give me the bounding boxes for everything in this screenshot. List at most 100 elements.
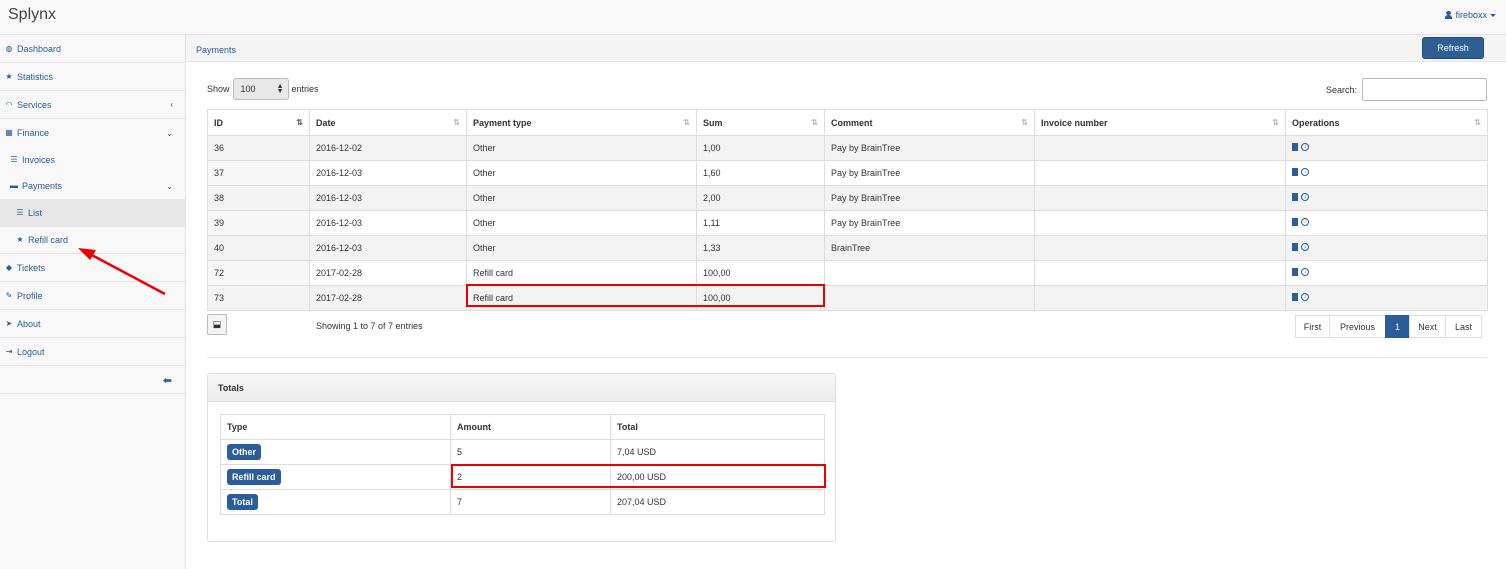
totals-total: 207,04 USD: [610, 489, 825, 515]
column-header-comment[interactable]: Comment ⇅: [824, 109, 1035, 136]
totals-panel: Totals Type Amount Total Other 5 7,04 US…: [207, 373, 836, 542]
cell-payment-type: Other: [466, 160, 697, 186]
page-last-button[interactable]: Last: [1445, 315, 1482, 338]
table-row: 37 2016-12-03 Other 1,60 Pay by BrainTre…: [207, 160, 1488, 186]
download-icon[interactable]: ↓: [1301, 293, 1309, 301]
star-icon: ★: [16, 234, 24, 244]
table-row: 73 2017-02-28 Refill card 100,00 ↓: [207, 285, 1488, 311]
download-icon[interactable]: ↓: [1301, 193, 1309, 201]
sidebar-item-about[interactable]: ➤ About: [0, 310, 185, 338]
cell-comment: Pay by BrainTree: [824, 185, 1035, 211]
sidebar-item-dashboard[interactable]: ◍ Dashboard: [0, 35, 185, 63]
cell-comment: Pay by BrainTree: [824, 160, 1035, 186]
sidebar-collapse-button[interactable]: ⬅: [0, 366, 185, 394]
cell-invoice: [1034, 160, 1286, 186]
download-icon[interactable]: ↓: [1301, 168, 1309, 176]
dashboard-icon: ◍: [5, 43, 13, 53]
chevron-down-icon: ⌄: [166, 181, 173, 191]
cell-operations: ↓: [1285, 260, 1488, 286]
cell-operations: ↓: [1285, 235, 1488, 261]
user-name: fireboxx: [1455, 10, 1487, 20]
column-header-id[interactable]: ID ⇅: [207, 109, 310, 136]
user-icon: [1445, 11, 1453, 19]
cell-invoice: [1034, 260, 1286, 286]
entries-select[interactable]: 100 ▲ ▼: [232, 78, 289, 100]
cell-operations: ↓: [1285, 285, 1488, 311]
cell-operations: ↓: [1285, 210, 1488, 236]
sidebar-item-list[interactable]: ☰ List: [0, 199, 185, 227]
top-navbar: Splynx fireboxx: [0, 0, 1506, 35]
totals-amount: 7: [450, 489, 611, 515]
document-icon[interactable]: [1292, 218, 1298, 226]
cell-invoice: [1034, 235, 1286, 261]
download-icon[interactable]: ↓: [1301, 243, 1309, 251]
totals-column-total: Total: [610, 414, 825, 440]
document-icon[interactable]: [1292, 243, 1298, 251]
column-header-sum[interactable]: Sum ⇅: [696, 109, 825, 136]
cell-date: 2017-02-28: [309, 285, 467, 311]
highlight-box-payment-row: [466, 284, 825, 307]
annotation-arrow-line: [87, 251, 166, 296]
cell-payment-type: Other: [466, 185, 697, 211]
page-first-button[interactable]: First: [1295, 315, 1330, 338]
cell-sum: 1,00: [696, 135, 825, 161]
totals-header-row: Type Amount Total: [220, 414, 825, 440]
sidebar-item-services[interactable]: ◠ Services ‹: [0, 91, 185, 119]
totals-total: 7,04 USD: [610, 439, 825, 465]
user-menu[interactable]: fireboxx: [1445, 10, 1496, 20]
app-logo[interactable]: Splynx: [8, 6, 56, 24]
list-icon: ☰: [10, 155, 18, 164]
document-icon[interactable]: [1292, 168, 1298, 176]
download-icon[interactable]: ↓: [1301, 268, 1309, 276]
search-input[interactable]: [1362, 78, 1488, 101]
export-icon: ⬓: [212, 319, 222, 329]
cell-date: 2016-12-03: [309, 185, 467, 211]
table-row: 39 2016-12-03 Other 1,11 Pay by BrainTre…: [207, 210, 1488, 236]
sidebar-item-label: Dashboard: [17, 43, 62, 54]
divider: [207, 357, 1487, 358]
tag-icon: ◆: [5, 262, 13, 272]
rocket-icon: ➤: [5, 318, 13, 328]
refresh-button[interactable]: Refresh: [1422, 37, 1484, 59]
download-icon[interactable]: ↓: [1301, 143, 1309, 151]
cell-date: 2016-12-03: [309, 210, 467, 236]
arrow-left-icon: ⬅: [162, 375, 172, 387]
breadcrumb[interactable]: Payments: [196, 45, 236, 55]
document-icon[interactable]: [1292, 143, 1298, 151]
sidebar-item-finance[interactable]: ▦ Finance ⌄: [0, 119, 185, 147]
sidebar-item-payments[interactable]: ▬ Payments ⌄: [0, 172, 185, 200]
export-button[interactable]: ⬓: [207, 314, 227, 335]
column-header-invoice-number[interactable]: Invoice number ⇅: [1034, 109, 1286, 136]
highlight-box-totals-row: [451, 464, 826, 488]
sidebar-item-logout[interactable]: ⇥ Logout: [0, 338, 185, 366]
sidebar-item-statistics[interactable]: ★ Statistics: [0, 63, 185, 91]
sidebar: ◍ Dashboard ★ Statistics ◠ Services ‹ ▦ …: [0, 35, 186, 569]
type-badge: Refill card: [227, 469, 281, 485]
download-icon[interactable]: ↓: [1301, 218, 1309, 226]
annotation-arrow-head: [78, 248, 96, 260]
sidebar-item-label: About: [17, 318, 41, 329]
cell-comment: [824, 260, 1035, 286]
sidebar-item-label: Logout: [17, 346, 45, 357]
cell-operations: ↓: [1285, 135, 1488, 161]
column-header-operations[interactable]: Operations ⇅: [1285, 109, 1488, 136]
sidebar-item-invoices[interactable]: ☰ Invoices: [0, 146, 185, 174]
chevron-down-icon: ⌄: [166, 128, 173, 138]
sidebar-item-label: Invoices: [22, 155, 56, 165]
document-icon[interactable]: [1292, 193, 1298, 201]
column-header-payment-type[interactable]: Payment type ⇅: [466, 109, 697, 136]
document-icon[interactable]: [1292, 293, 1298, 301]
cell-date: 2016-12-03: [309, 160, 467, 186]
page-previous-button[interactable]: Previous: [1329, 315, 1386, 338]
column-header-date[interactable]: Date ⇅: [309, 109, 467, 136]
page-current-button[interactable]: 1: [1385, 315, 1410, 338]
page-header: Payments Refresh: [186, 35, 1506, 62]
cell-sum: 1,11: [696, 210, 825, 236]
page-next-button[interactable]: Next: [1409, 315, 1446, 338]
totals-row: Other 5 7,04 USD: [220, 439, 825, 465]
cell-sum: 1,60: [696, 160, 825, 186]
document-icon[interactable]: [1292, 268, 1298, 276]
cell-id: 36: [207, 135, 310, 161]
sidebar-item-label: Tickets: [17, 262, 46, 273]
sidebar-item-label: List: [28, 208, 43, 218]
